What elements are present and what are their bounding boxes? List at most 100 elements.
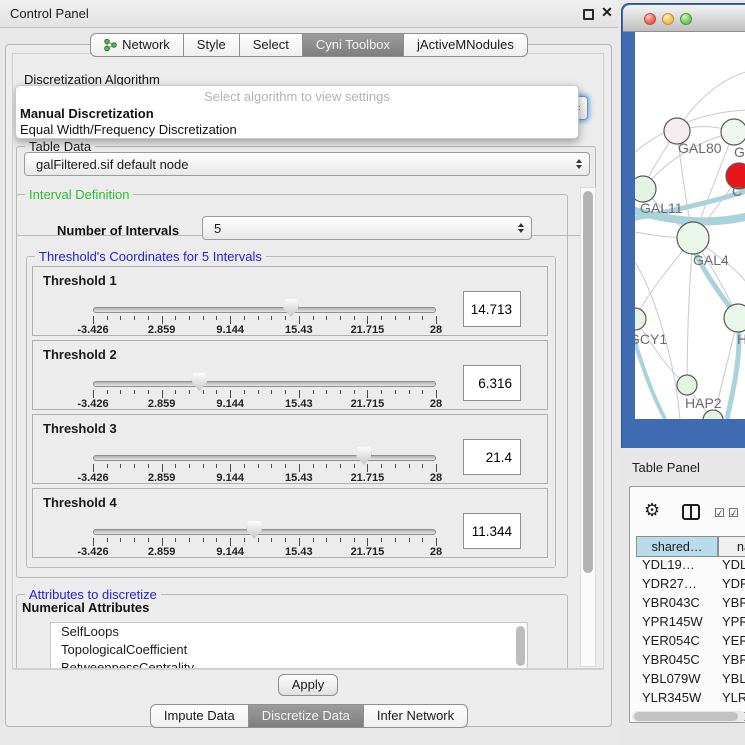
tick-mark	[381, 390, 382, 394]
table-row[interactable]: YLR345WYLR3	[636, 690, 745, 709]
table-cell[interactable]: YBR0	[718, 595, 745, 614]
threshold-slider-thumb[interactable]	[247, 521, 262, 539]
tick-label: -3.426	[77, 472, 108, 484]
bottom-tab-infer-network[interactable]: Infer Network	[364, 704, 468, 728]
threshold-value-field[interactable]	[463, 513, 521, 549]
attribute-items: SelfLoopsTopologicalCoefficientBetweenne…	[51, 623, 527, 669]
table-data-combobox[interactable]: galFiltered.sif default node	[24, 152, 590, 176]
checkbox-icon[interactable]: ☑	[728, 506, 739, 520]
close-traffic-light[interactable]	[644, 13, 656, 25]
table-cell[interactable]: YER0	[718, 633, 745, 652]
table-cell[interactable]: YDL1	[718, 557, 745, 576]
network-node-gal11[interactable]	[635, 176, 656, 202]
table-row[interactable]: YDL19…YDL1	[636, 557, 745, 576]
slider-scale-labels: -3.4262.8599.14415.4321.71528	[93, 546, 436, 557]
threshold-label: Threshold 2	[43, 347, 117, 362]
threshold-value-field[interactable]	[463, 439, 521, 475]
bottom-tab-impute-data[interactable]: Impute Data	[150, 704, 249, 728]
bottom-tab-discretize-data[interactable]: Discretize Data	[249, 704, 364, 728]
zoom-traffic-light[interactable]	[680, 13, 692, 25]
tick-mark	[244, 390, 245, 394]
tick-mark	[436, 464, 437, 472]
tab-network[interactable]: Network	[90, 33, 184, 57]
threshold-slider-track[interactable]	[93, 307, 436, 313]
attribute-item-topologicalcoefficient[interactable]: TopologicalCoefficient	[51, 641, 527, 659]
float-window-icon[interactable]	[583, 9, 594, 20]
number-of-intervals-combobox[interactable]: 5	[202, 216, 532, 240]
network-node-gal4[interactable]	[677, 222, 709, 254]
dropdown-option-equal-width-frequency[interactable]: Equal Width/Frequency Discretization	[20, 122, 237, 137]
tick-mark	[367, 538, 368, 546]
threshold-value-field[interactable]	[463, 291, 521, 327]
network-node-h-node[interactable]	[724, 304, 745, 332]
minimize-traffic-light[interactable]	[662, 13, 674, 25]
tick-mark	[120, 538, 121, 542]
threshold-slider-track[interactable]	[93, 455, 436, 461]
apply-button[interactable]: Apply	[278, 674, 338, 696]
network-canvas[interactable]: GAL80GACGAL11GAL4GCY1HHAP2	[635, 32, 745, 419]
tab-style[interactable]: Style	[184, 33, 240, 57]
tick-label: 2.859	[148, 472, 176, 484]
tab-label: Network	[122, 34, 170, 56]
attribute-item-selfloops[interactable]: SelfLoops	[51, 623, 527, 641]
gear-icon[interactable]: ⚙	[644, 500, 660, 521]
table-cell[interactable]: YLR3	[718, 690, 745, 709]
tab-cyni-toolbox[interactable]: Cyni Toolbox	[303, 33, 404, 57]
threshold-slider-track[interactable]	[93, 381, 436, 387]
table-cell[interactable]: YPR145W	[636, 614, 718, 633]
tick-label: 21.715	[351, 546, 385, 558]
close-icon[interactable]: ✕	[599, 4, 615, 24]
dropdown-option-manual-discretization[interactable]: Manual Discretization	[20, 106, 154, 121]
checkbox-icon[interactable]: ☑	[714, 506, 725, 520]
threshold-slider-thumb[interactable]	[356, 447, 371, 465]
table-cell[interactable]: YBL0	[718, 671, 745, 690]
tick-mark	[340, 390, 341, 394]
tick-mark	[203, 316, 204, 320]
settings-scrollbar-thumb[interactable]	[583, 191, 593, 573]
threshold-value-field[interactable]	[463, 365, 521, 401]
table-row[interactable]: YER054CYER0	[636, 633, 745, 652]
threshold-slider-track[interactable]	[93, 529, 436, 535]
table-cell[interactable]: YDR27…	[636, 576, 718, 595]
table-hscrollbar-thumb[interactable]	[634, 712, 738, 721]
tab-select[interactable]: Select	[240, 33, 303, 57]
tick-mark	[395, 464, 396, 468]
table-cell[interactable]: YBL079W	[636, 671, 718, 690]
attributes-scrollbar-thumb[interactable]	[516, 626, 525, 666]
split-columns-icon[interactable]	[682, 504, 700, 520]
tick-mark	[203, 464, 204, 468]
network-node-node-2[interactable]	[721, 119, 745, 145]
tick-mark	[120, 316, 121, 320]
table-cell[interactable]: YDR2	[718, 576, 745, 595]
table-cell[interactable]: YBR045C	[636, 652, 718, 671]
table-row[interactable]: YBL079WYBL0	[636, 671, 745, 690]
network-node-hap2[interactable]	[677, 375, 697, 395]
column-header-shared[interactable]: shared…	[636, 536, 718, 557]
attribute-item-betweennesscentrality[interactable]: BetweennessCentrality	[51, 659, 527, 669]
network-node-label: GAL11	[640, 200, 683, 216]
table-horizontal-scrollbar[interactable]	[632, 711, 745, 722]
table-row[interactable]: YBR043CYBR0	[636, 595, 745, 614]
table-cell[interactable]: YLR345W	[636, 690, 718, 709]
tick-label: 21.715	[351, 472, 385, 484]
tick-mark	[436, 538, 437, 546]
column-header-name[interactable]: na	[718, 536, 745, 557]
threshold-slider-thumb[interactable]	[192, 373, 207, 391]
network-node-gcy1[interactable]	[635, 308, 646, 330]
table-row[interactable]: YDR27…YDR2	[636, 576, 745, 595]
settings-scrollbar[interactable]	[580, 187, 596, 667]
tick-mark	[93, 316, 94, 324]
tick-mark	[107, 464, 108, 468]
table-cell[interactable]: YBR043C	[636, 595, 718, 614]
table-row[interactable]: YBR045CYBR0	[636, 652, 745, 671]
table-cell[interactable]: YDL19…	[636, 557, 718, 576]
table-cell[interactable]: YBR0	[718, 652, 745, 671]
table-cell[interactable]: YER054C	[636, 633, 718, 652]
tab-jactivemnodules[interactable]: jActiveMNodules	[404, 33, 528, 57]
tick-mark	[285, 316, 286, 320]
threshold-slider-thumb[interactable]	[283, 299, 298, 317]
tick-mark	[354, 538, 355, 542]
table-row[interactable]: YPR145WYPR1	[636, 614, 745, 633]
tick-mark	[230, 464, 231, 472]
table-cell[interactable]: YPR1	[718, 614, 745, 633]
